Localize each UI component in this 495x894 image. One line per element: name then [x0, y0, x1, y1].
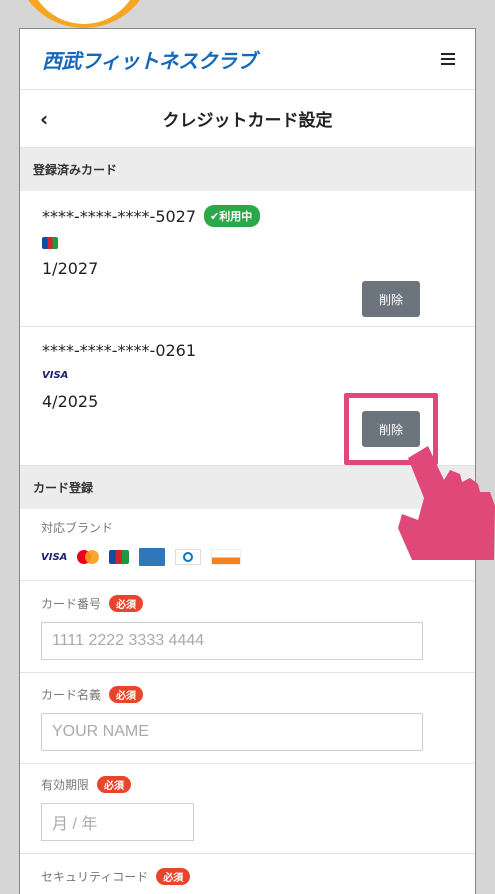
delete-card-button[interactable]: 削除	[362, 281, 420, 317]
card-number-label: カード番号	[41, 597, 102, 611]
discover-logo-icon	[211, 549, 242, 565]
card-number: ****-****-****-0261	[42, 341, 197, 360]
card-expiry: 1/2027	[42, 259, 99, 278]
back-icon[interactable]: ‹	[40, 107, 48, 131]
jcb-logo-icon	[42, 237, 58, 249]
card-number-input[interactable]: 1111 2222 3333 4444	[41, 622, 423, 660]
mastercard-logo-icon	[77, 550, 100, 564]
page-title: クレジットカード設定	[162, 111, 333, 131]
diners-logo-icon	[175, 549, 202, 565]
amex-logo-icon	[139, 548, 166, 566]
required-badge: 必須	[109, 686, 144, 703]
app-header: 西武フィットネスクラブ	[20, 29, 475, 90]
required-badge: 必須	[109, 595, 144, 612]
required-badge: 必須	[97, 776, 132, 793]
in-use-badge: ✔利用中	[204, 205, 261, 227]
registered-cards-heading: 登録済みカード	[20, 148, 475, 191]
hamburger-icon[interactable]	[441, 53, 455, 65]
title-bar: ‹ クレジットカード設定	[20, 90, 475, 148]
card-number: ****-****-****-5027	[42, 206, 197, 226]
required-badge: 必須	[156, 868, 191, 885]
card-name-label: カード名義	[41, 688, 102, 702]
card-name-input[interactable]: YOUR NAME	[41, 713, 423, 751]
visa-logo-icon: VISA	[42, 370, 69, 381]
visa-logo-icon: VISA	[41, 551, 68, 563]
jcb-logo-icon	[109, 550, 130, 564]
expiry-label: 有効期限	[41, 778, 90, 792]
card-row: ****-****-****-5027 ✔利用中 1/2027 削除	[20, 191, 475, 327]
brand-logo[interactable]: 西武フィットネスクラブ	[42, 45, 257, 74]
pointing-hand-icon	[398, 446, 495, 560]
expiry-input[interactable]: 月 / 年	[41, 803, 194, 841]
step-number-badge	[14, 0, 154, 28]
card-register-form: 対応ブランド VISA カード番号 必須 1111 2222 3333 4444…	[20, 509, 475, 885]
security-code-label: セキュリティコード	[41, 870, 149, 884]
